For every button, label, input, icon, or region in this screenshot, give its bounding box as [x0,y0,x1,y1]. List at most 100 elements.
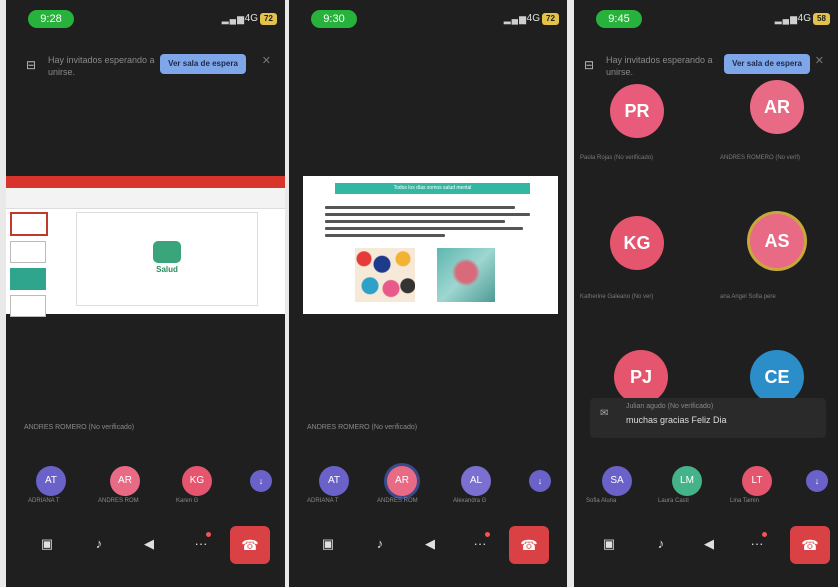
participants-strip: AT ADRIANA T AR ANDRES ROM AL Alexandra … [289,466,567,506]
status-bar: 9:30 ▂▄▆ 4G 72 [289,10,567,32]
battery-icon: 72 [260,13,277,25]
mic-off-icon[interactable]: ♪ [88,534,110,554]
participant-name: Lina Tamin [730,498,759,504]
network-label: 4G [526,13,540,24]
text-line [325,227,523,230]
avatar[interactable]: AT [36,466,66,496]
clock: 9:45 [596,10,642,28]
camera-off-icon[interactable]: ▣ [36,534,58,554]
ppt-ribbon [6,188,285,209]
mic-off-icon[interactable]: ♪ [650,534,672,554]
call-toolbar: ▣ ♪ ◀ ··· ☎ [574,522,838,566]
more-participants-button[interactable]: ↓ [250,470,272,492]
slide-thumbnail [10,212,48,236]
notification-dot [485,532,490,537]
camera-off-icon[interactable]: ▣ [317,534,339,554]
clock: 9:28 [28,10,74,28]
network-label: 4G [244,13,258,24]
participant-name: Laura Casti [658,498,689,504]
more-participants-button[interactable]: ↓ [806,470,828,492]
avatar[interactable]: AT [319,466,349,496]
salud-logo [153,241,181,263]
participant-tile-avatar[interactable]: PR [610,84,664,138]
signal-icon: ▂▄▆ [774,14,798,24]
more-options-icon[interactable]: ··· [190,534,212,554]
artwork-image [437,248,495,302]
status-bar: 9:45 ▂▄▆ 4G 58 [574,10,838,32]
chat-bubble[interactable]: ✉ Julian agudo (No verificado) muchas gr… [590,398,826,438]
participant-tile-avatar[interactable]: AR [750,80,804,134]
slide-thumbnail [10,268,46,290]
participant-name: ADRIANA T [307,498,339,504]
more-options-icon[interactable]: ··· [469,534,491,554]
text-line [325,213,530,216]
avatar[interactable]: SA [602,466,632,496]
waiting-room-notice: ⊟ Hay invitados esperando a unirse. Ver … [578,50,828,86]
network-label: 4G [797,13,811,24]
slide-thumbnail [10,241,46,263]
ppt-titlebar [6,176,285,188]
avatar[interactable]: AL [461,466,491,496]
logo-text: Salud [156,265,178,274]
shared-screen: Salud [6,176,285,317]
camera-off-icon[interactable]: ▣ [598,534,620,554]
participant-name: Sofia Aluna [586,498,617,504]
participant-name: Alexandra G [453,498,487,504]
lobby-icon: ⊟ [26,58,37,72]
speaker-icon[interactable]: ◀ [138,534,160,554]
participant-name: ADRIANA T [28,498,60,504]
avatar[interactable]: LM [672,466,702,496]
avatar[interactable]: LT [742,466,772,496]
participant-name: ANDRES ROM [98,498,139,504]
presenter-label: ANDRES ROMERO (No verificado) [24,424,135,431]
view-waiting-room-button[interactable]: Ver sala de espera [724,54,810,74]
participant-tile-name: ANDRES ROMERO (No verif) [720,155,801,161]
chat-author: Julian agudo (No verificado) [626,403,714,410]
notice-text: Hay invitados esperando a unirse. [606,55,713,77]
shared-screen: Todos los días somos salud mental [303,176,558,314]
text-line [325,220,505,223]
notification-dot [206,532,211,537]
phone-screenshot-3: 9:45 ▂▄▆ 4G 58 ⊟ Hay invitados esperando… [574,0,838,587]
hang-up-button[interactable]: ☎ [230,526,270,564]
avatar-speaking[interactable]: AR [387,466,417,496]
participants-strip: AT ADRIANA T AR ANDRES ROM KG Karen G ↓ [6,466,285,506]
signal-icon: ▂▄▆ [221,14,245,24]
participant-tile-avatar[interactable]: KG [610,216,664,270]
participant-tile-name: Katherine Galeano (No ver) [580,294,654,300]
signal-icon: ▂▄▆ [503,14,527,24]
more-options-icon[interactable]: ··· [746,534,768,554]
participant-tile-avatar[interactable]: CE [750,350,804,404]
artwork-image [355,248,415,302]
notification-dot [762,532,767,537]
text-line [325,234,445,237]
speaker-icon[interactable]: ◀ [419,534,441,554]
battery-icon: 72 [542,13,559,25]
participant-name: ANDRES ROM [377,498,418,504]
chat-message: muchas gracias Feliz Dia [626,415,727,425]
text-line [325,206,515,209]
mic-off-icon[interactable]: ♪ [369,534,391,554]
chat-icon: ✉ [600,408,609,419]
document-title: Todos los días somos salud mental [335,183,530,194]
participant-tile-avatar[interactable]: PJ [614,350,668,404]
more-participants-button[interactable]: ↓ [529,470,551,492]
battery-icon: 58 [813,13,830,25]
close-icon[interactable]: ✕ [815,54,824,67]
phone-screenshot-1: 9:28 ▂▄▆ 4G 72 ⊟ Hay invitados esperando… [6,0,285,587]
close-icon[interactable]: ✕ [262,54,271,67]
document-text [325,206,537,241]
avatar[interactable]: AR [110,466,140,496]
clock: 9:30 [311,10,357,28]
waiting-room-notice: ⊟ Hay invitados esperando a unirse. Ver … [20,50,275,86]
avatar[interactable]: KG [182,466,212,496]
participant-tile-name: Paola Rojas (No verificado) [580,155,654,161]
hang-up-button[interactable]: ☎ [790,526,830,564]
view-waiting-room-button[interactable]: Ver sala de espera [160,54,246,74]
call-toolbar: ▣ ♪ ◀ ··· ☎ [289,522,567,566]
speaker-icon[interactable]: ◀ [698,534,720,554]
participant-tile-name: ana Angel Sofia pere [720,294,776,300]
hang-up-button[interactable]: ☎ [509,526,549,564]
participant-name: Karen G [176,498,199,504]
participant-tile-avatar-speaking[interactable]: AS [750,214,804,268]
